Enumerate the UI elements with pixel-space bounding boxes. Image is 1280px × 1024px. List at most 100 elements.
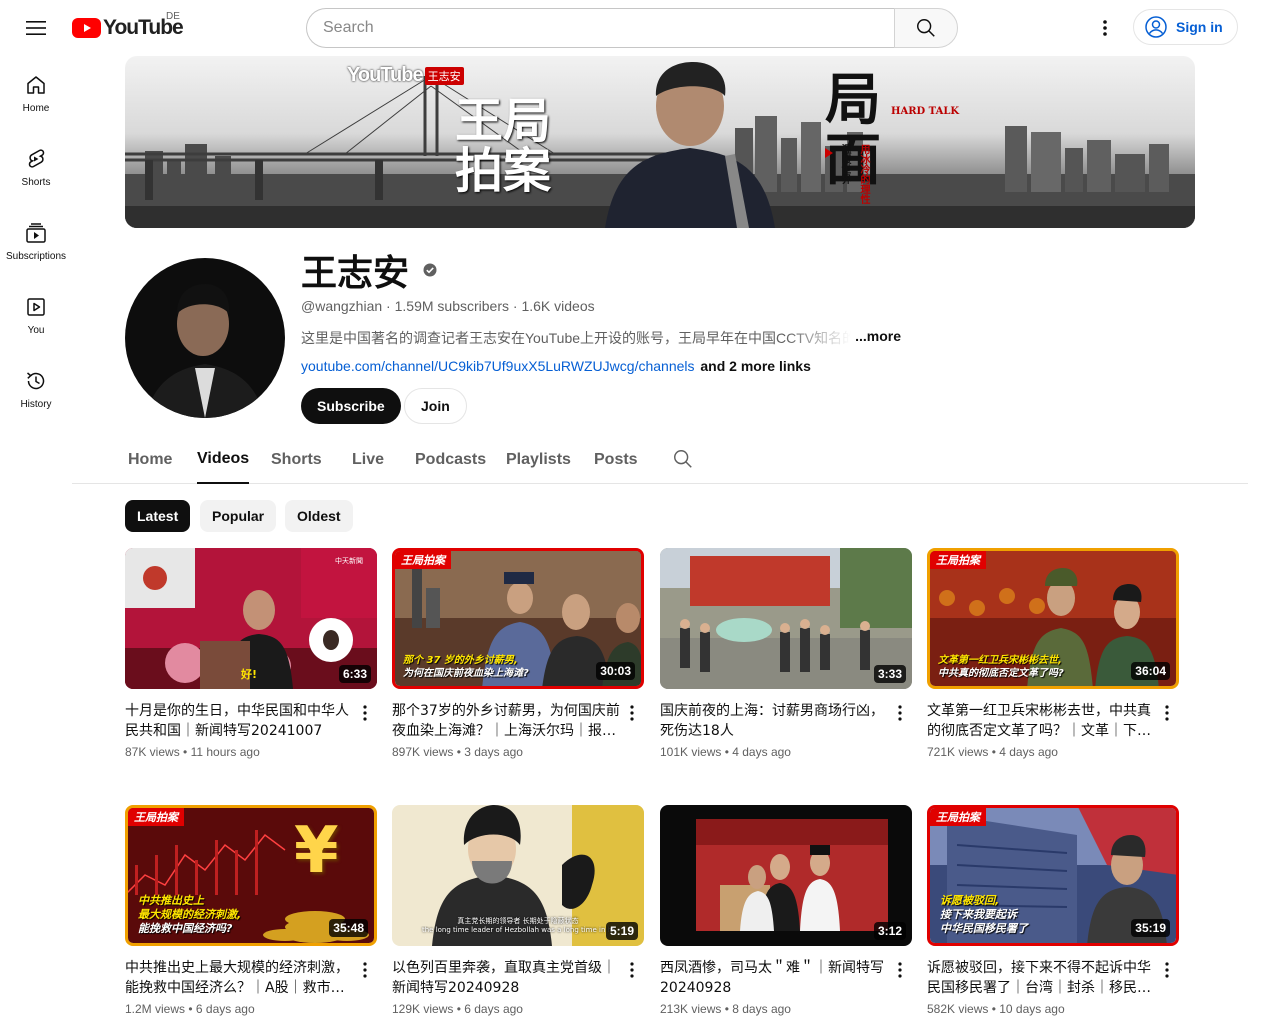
video-card[interactable]: 真主党长期的领导者 长期处于隐蔽状态 the long time leader … bbox=[392, 805, 644, 1016]
chip-oldest[interactable]: Oldest bbox=[285, 500, 353, 532]
sign-in-button[interactable]: Sign in bbox=[1133, 9, 1238, 45]
tab-live[interactable]: Live bbox=[352, 436, 384, 483]
channel-avatar[interactable] bbox=[125, 258, 285, 418]
tab-videos[interactable]: Videos bbox=[197, 436, 250, 484]
banner-youtube-tag: YouTube 王志安 bbox=[347, 64, 464, 87]
thumbnail-caption: 诉愿被驳回, 接下来我要起诉 中华民国移民署了 bbox=[940, 894, 1028, 936]
video-menu-button[interactable] bbox=[1155, 701, 1179, 725]
home-icon bbox=[27, 75, 45, 94]
video-meta: 721K views • 4 days ago bbox=[927, 745, 1058, 759]
channel-handle: @wangzhian bbox=[301, 298, 383, 314]
masthead: YouTube DE Sign in bbox=[0, 0, 1280, 56]
caption-line: 中共推出史上 bbox=[138, 894, 204, 907]
view-count: 1.2M views bbox=[125, 1002, 186, 1016]
guide-item-history[interactable]: History bbox=[4, 352, 68, 426]
banner-slogan: 温暖世界 用冰冷的理性 bbox=[825, 144, 871, 204]
chip-latest[interactable]: Latest bbox=[125, 500, 191, 532]
meta-separator: · bbox=[386, 298, 395, 314]
banner-slogan-2: 温暖世界 bbox=[839, 144, 850, 184]
guide-item-subscriptions[interactable]: Subscriptions bbox=[4, 204, 68, 278]
video-thumbnail[interactable]: ¥ 王局拍案 中共推出史上 最大规模的经济刺激, 能挽救中国经济吗? 35:48 bbox=[125, 805, 377, 946]
guide-item-home[interactable]: Home bbox=[4, 56, 68, 130]
join-button[interactable]: Join bbox=[404, 388, 467, 424]
video-card[interactable]: 3:33 国庆前夜的上海：讨薪男商场行凶，死伤达18人 101K views •… bbox=[660, 548, 912, 759]
chip-popular[interactable]: Popular bbox=[200, 500, 277, 532]
menu-icon[interactable] bbox=[16, 8, 56, 48]
video-thumbnail[interactable]: 王局拍案 那个 37 岁的外乡讨薪男, 为何在国庆前夜血染上海滩? 30:03 bbox=[392, 548, 644, 689]
sign-in-label: Sign in bbox=[1176, 19, 1223, 35]
channel-description[interactable]: 这里是中国著名的调查记者王志安在YouTube上开设的账号，王局早年在中国CCT… bbox=[301, 328, 901, 348]
caption-line: 接下来我要起诉 bbox=[940, 908, 1017, 921]
yuan-symbol-icon: ¥ bbox=[294, 814, 339, 888]
tab-podcasts[interactable]: Podcasts bbox=[415, 436, 486, 483]
guide-label: You bbox=[27, 324, 45, 336]
video-menu-button[interactable] bbox=[620, 958, 644, 982]
upload-age: 4 days ago bbox=[999, 745, 1058, 759]
tab-home[interactable]: Home bbox=[128, 436, 172, 483]
subscriber-count: 1.59M subscribers bbox=[394, 298, 509, 314]
video-menu-button[interactable] bbox=[353, 701, 377, 725]
caption-line: 中共真的彻底否定文革了吗? bbox=[938, 668, 1064, 679]
video-title[interactable]: 那个37岁的外乡讨薪男，为何国庆前夜血染上海滩？｜上海沃尔玛｜报… bbox=[392, 701, 620, 741]
video-title[interactable]: 以色列百里奔袭，直取真主党首级｜新闻特写20240928 bbox=[392, 958, 620, 998]
tab-playlists[interactable]: Playlists bbox=[506, 436, 571, 483]
video-thumbnail[interactable]: 王局拍案 诉愿被驳回, 接下来我要起诉 中华民国移民署了 35:19 bbox=[927, 805, 1179, 946]
video-title[interactable]: 中共推出史上最大规模的经济刺激，能挽救中国经济么？｜A股｜救市… bbox=[125, 958, 353, 998]
search-button[interactable] bbox=[894, 8, 958, 48]
view-count: 897K views bbox=[392, 745, 454, 759]
tab-shorts[interactable]: Shorts bbox=[271, 436, 322, 483]
video-card[interactable]: 王局拍案 诉愿被驳回, 接下来我要起诉 中华民国移民署了 35:19 诉愿被驳回… bbox=[927, 805, 1179, 1016]
video-menu-button[interactable] bbox=[1155, 958, 1179, 982]
channel-link[interactable]: youtube.com/channel/UC9kib7Uf9uxX5LuRWZU… bbox=[301, 358, 695, 374]
upload-age: 8 days ago bbox=[732, 1002, 791, 1016]
settings-more-button[interactable] bbox=[1085, 8, 1125, 48]
mini-guide: Home Shorts Subscriptions You History bbox=[0, 56, 72, 426]
tab-posts[interactable]: Posts bbox=[594, 436, 638, 483]
caption-line: 诉愿被驳回, bbox=[940, 894, 1000, 907]
video-card[interactable]: 王局拍案 文革第一红卫兵宋彬彬去世, 中共真的彻底否定文革了吗? 36:04 文… bbox=[927, 548, 1179, 759]
more-links[interactable]: and 2 more links bbox=[700, 358, 810, 374]
region-code: DE bbox=[166, 11, 180, 22]
video-thumbnail[interactable]: 王局拍案 文革第一红卫兵宋彬彬去世, 中共真的彻底否定文革了吗? 36:04 bbox=[927, 548, 1179, 689]
video-title[interactable]: 西凤酒惨，司马太＂难＂｜新闻特写20240928 bbox=[660, 958, 888, 998]
banner-left-title: 王局拍案 bbox=[455, 93, 552, 199]
channel-links: youtube.com/channel/UC9kib7Uf9uxX5LuRWZU… bbox=[301, 358, 811, 374]
caption-line: 能挽救中国经济吗? bbox=[138, 922, 233, 935]
caption-line: 最大规模的经济刺激, bbox=[138, 908, 242, 921]
guide-label: Subscriptions bbox=[5, 250, 67, 262]
video-thumbnail[interactable]: 3:33 bbox=[660, 548, 912, 689]
video-duration: 35:19 bbox=[1131, 919, 1170, 937]
video-card[interactable]: 王局拍案 那个 37 岁的外乡讨薪男, 为何在国庆前夜血染上海滩? 30:03 … bbox=[392, 548, 644, 759]
channel-search-button[interactable] bbox=[672, 448, 694, 475]
video-title[interactable]: 国庆前夜的上海：讨薪男商场行凶，死伤达18人 bbox=[660, 701, 888, 741]
view-count: 129K views bbox=[392, 1002, 454, 1016]
video-card[interactable]: 中天新聞 好! 6:33 十月是你的生日，中华民国和中华人民共和国｜新闻特写20… bbox=[125, 548, 377, 759]
video-title[interactable]: 诉愿被驳回，接下来不得不起诉中华民国移民署了｜台湾｜封杀｜移民… bbox=[927, 958, 1155, 998]
banner-hard-talk: HARD TALK bbox=[891, 106, 960, 117]
thumbnail-caption: 那个 37 岁的外乡讨薪男, 为何在国庆前夜血染上海滩? bbox=[403, 654, 529, 680]
thumbnail-overlay-text: 好! bbox=[241, 668, 258, 681]
video-duration: 5:19 bbox=[605, 922, 638, 940]
thumbnail-badge: 王局拍案 bbox=[930, 808, 986, 826]
video-menu-button[interactable] bbox=[620, 701, 644, 725]
video-thumbnail[interactable]: 3:12 bbox=[660, 805, 912, 946]
video-menu-button[interactable] bbox=[353, 958, 377, 982]
channel-meta: @wangzhian · 1.59M subscribers · 1.6K vi… bbox=[301, 298, 595, 314]
video-title[interactable]: 文革第一红卫兵宋彬彬去世，中共真的彻底否定文革了吗？｜文革｜下… bbox=[927, 701, 1155, 741]
search-input[interactable] bbox=[306, 8, 894, 48]
guide-item-you[interactable]: You bbox=[4, 278, 68, 352]
video-meta: 129K views • 6 days ago bbox=[392, 1002, 523, 1016]
more-link[interactable]: ...more bbox=[855, 328, 901, 348]
subscribe-button[interactable]: Subscribe bbox=[301, 388, 401, 424]
video-menu-button[interactable] bbox=[888, 701, 912, 725]
video-menu-button[interactable] bbox=[888, 958, 912, 982]
thumbnail-caption: 中共推出史上 最大规模的经济刺激, 能挽救中国经济吗? bbox=[138, 894, 241, 936]
video-card[interactable]: 3:12 西凤酒惨，司马太＂难＂｜新闻特写20240928 213K views… bbox=[660, 805, 912, 1016]
view-count: 582K views bbox=[927, 1002, 989, 1016]
video-card[interactable]: ¥ 王局拍案 中共推出史上 最大规模的经济刺激, 能挽救中国经济吗? 35:48… bbox=[125, 805, 377, 1016]
video-thumbnail[interactable]: 中天新聞 好! 6:33 bbox=[125, 548, 377, 689]
more-vert-icon bbox=[363, 705, 367, 721]
guide-item-shorts[interactable]: Shorts bbox=[4, 130, 68, 204]
video-thumbnail[interactable]: 真主党长期的领导者 长期处于隐蔽状态 the long time leader … bbox=[392, 805, 644, 946]
video-title[interactable]: 十月是你的生日，中华民国和中华人民共和国｜新闻特写20241007 bbox=[125, 701, 353, 741]
